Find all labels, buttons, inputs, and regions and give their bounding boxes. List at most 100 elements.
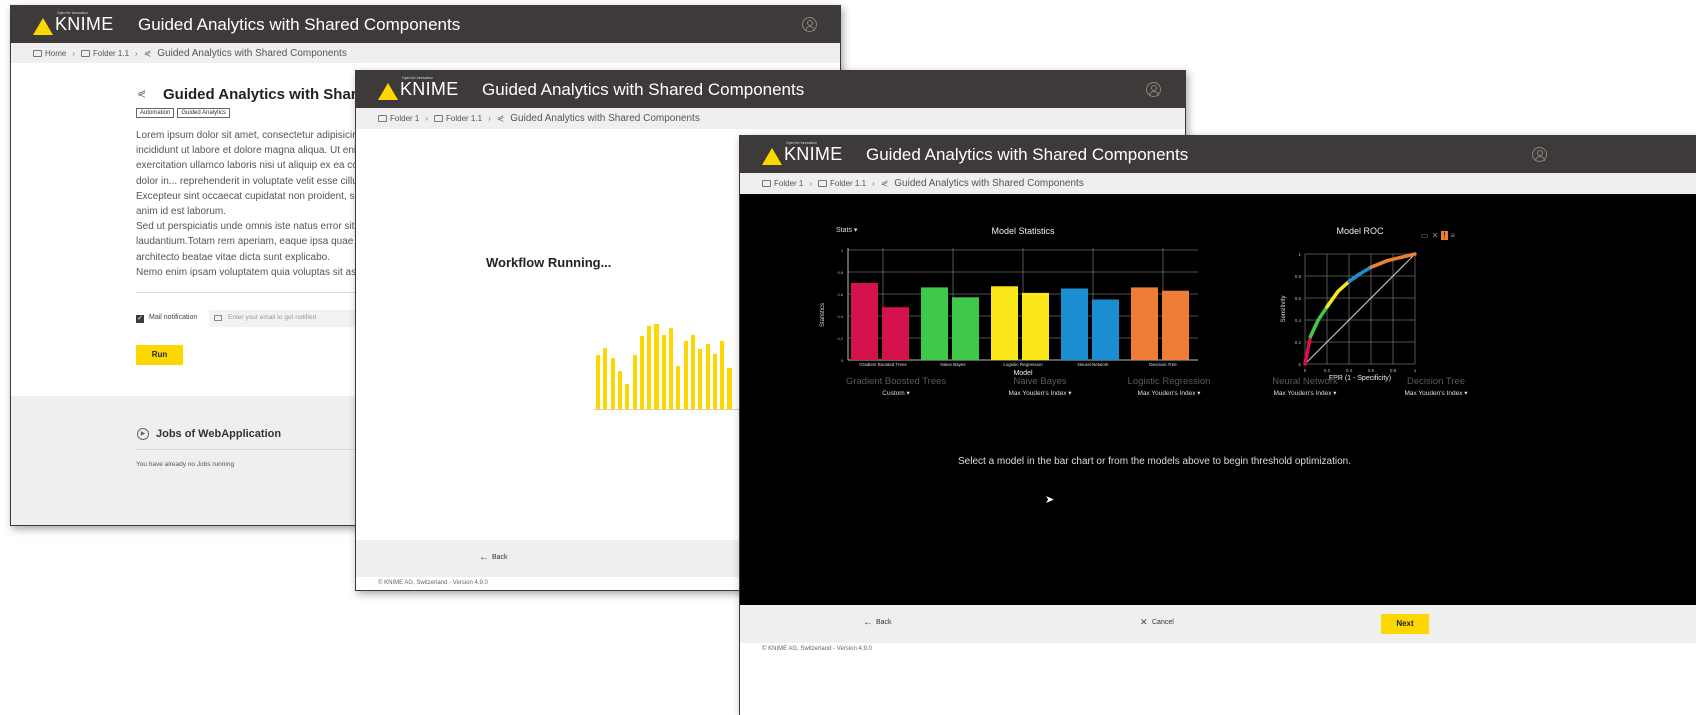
next-button[interactable]: Next (1381, 614, 1429, 634)
knime-logo[interactable]: Open for Innovation KNIME (33, 11, 114, 35)
breadcrumb: Folder 1 › Folder 1.1 › ⋞ Guided Analytic… (740, 173, 1696, 194)
x-tick-label: Decision Tree (1149, 362, 1177, 367)
threshold-dropdown[interactable]: Max Youden's Index ▾ (984, 389, 1096, 397)
email-field[interactable]: Enter your email to get notified (209, 310, 369, 327)
logo-text: KNIME (400, 79, 459, 99)
y-tick-label: 0.4 (1295, 318, 1302, 323)
footer-copyright: © KNIME AG, Switzerland - Version 4.9.0 (762, 646, 872, 652)
paragraph-line: dolor in... reprehenderit in voluptate v… (136, 175, 364, 187)
arrow-left-icon: ← (863, 617, 873, 628)
logo-text: KNIME (784, 144, 843, 164)
close-icon: ✕ (1140, 617, 1148, 627)
model-selector-0[interactable]: Gradient Boosted Trees Custom ▾ (840, 376, 952, 397)
progress-bar (603, 347, 608, 410)
mouse-cursor-icon: ➤ (1045, 494, 1055, 506)
y-tick-label: 0.4 (837, 314, 843, 319)
breadcrumb-subfolder[interactable]: Folder 1.1 (830, 179, 866, 188)
paragraph-line: Nemo enim ipsam voluptatem quia voluptas… (136, 266, 362, 278)
threshold-dropdown[interactable]: Max Youden's Index ▾ (1113, 389, 1225, 397)
cancel-button[interactable]: Cancel (1152, 619, 1174, 626)
back-button[interactable]: Back (876, 619, 892, 626)
model-selector-2[interactable]: Logistic Regression Max Youden's Index ▾ (1113, 376, 1225, 397)
x-tick-label: 0.2 (1324, 368, 1331, 373)
tag-guided-analytics[interactable]: Guided Analytics (177, 108, 231, 118)
run-button[interactable]: Run (136, 345, 183, 365)
y-tick-label: 1 (841, 248, 844, 253)
folder-icon (434, 115, 444, 122)
diagonal-reference-line (1304, 253, 1416, 365)
logo-triangle-icon (378, 83, 398, 100)
y-axis-label: Statistics (820, 303, 826, 327)
app-title: Guided Analytics with Shared Components (866, 145, 1189, 164)
x-tick-label: 0.8 (1390, 368, 1397, 373)
jobs-title: Jobs of WebApplication (156, 428, 282, 440)
progress-bar (683, 341, 688, 410)
knime-logo[interactable]: Open for Innovation KNIME (378, 76, 459, 100)
logo-tagline: Open for Innovation (402, 76, 433, 80)
breadcrumb: Home › Folder 1.1 › ⋞ Guided Analytics wi… (11, 43, 840, 63)
breadcrumb-subfolder[interactable]: Folder 1.1 (446, 114, 482, 123)
bar (1162, 290, 1189, 360)
mail-checkbox[interactable]: ✓ (136, 315, 144, 323)
app-title: Guided Analytics with Shared Components (482, 80, 805, 99)
user-icon[interactable] (1146, 82, 1161, 97)
progress-bar (705, 343, 710, 410)
back-button[interactable]: Back (492, 554, 508, 561)
model-selector-1[interactable]: Naive Bayes Max Youden's Index ▾ (984, 376, 1096, 397)
logo-triangle-icon (33, 18, 53, 35)
progress-bar (596, 355, 601, 410)
divider (136, 292, 366, 293)
bar (921, 287, 948, 360)
arrow-left-icon: ← (479, 552, 489, 563)
folder-icon (762, 180, 771, 187)
progress-baseline (594, 409, 744, 410)
progress-bar (647, 325, 652, 410)
breadcrumb-current: Guided Analytics with Shared Components (894, 178, 1084, 189)
y-tick-label: 0.2 (1295, 340, 1302, 345)
paragraph-line: Sed ut perspiciatis unde omnis iste natu… (136, 221, 363, 233)
breadcrumb-home[interactable]: Home (45, 49, 66, 58)
threshold-dropdown[interactable]: Custom ▾ (840, 389, 952, 397)
paragraph-line: Excepteur sint occaecat cupidatat non pr… (136, 190, 361, 202)
progress-bar (632, 355, 637, 410)
bar (1061, 288, 1088, 360)
save-icon[interactable]: ▭ (1421, 231, 1429, 240)
description-text: Lorem ipsum dolor sit amet, consectetur … (136, 128, 363, 280)
threshold-dropdown[interactable]: Max Youden's Index ▾ (1380, 389, 1492, 397)
progress-bar (654, 324, 659, 410)
share-icon: ⋞ (496, 113, 505, 123)
bar (1092, 299, 1119, 360)
workflow-status: Workflow Running... (486, 255, 612, 270)
play-icon: ▶ (137, 428, 149, 440)
instruction-text: Select a model in the bar chart or from … (958, 456, 1351, 467)
user-icon[interactable] (802, 17, 817, 32)
paragraph-line: Lorem ipsum dolor sit amet, consectetur … (136, 130, 358, 141)
progress-bar (669, 328, 674, 410)
expand-icon[interactable]: ✕ (1432, 231, 1439, 240)
logo-text: KNIME (55, 14, 114, 34)
user-icon[interactable] (1532, 147, 1547, 162)
breadcrumb-folder[interactable]: Folder 1 (390, 114, 419, 123)
menu-icon[interactable]: ≡ (1451, 231, 1456, 240)
footer-nav: ← Back ✕ Cancel Next (740, 605, 1696, 643)
model-selector-3[interactable]: Neural Network Max Youden's Index ▾ (1249, 376, 1361, 397)
dashboard-panel: Stats ▾ Model Statistics Statistics 0 0.2 0.… (740, 194, 1696, 605)
breadcrumb-folder[interactable]: Folder 1 (774, 179, 803, 188)
bar (851, 283, 878, 360)
warning-icon[interactable]: ! (1441, 231, 1448, 240)
chart-toolbar: ▭ ✕ ! ≡ (1421, 231, 1455, 240)
breadcrumb-folder[interactable]: Folder 1.1 (93, 49, 129, 58)
chart-title: Model ROC (1336, 226, 1384, 236)
paragraph-line: laudantium.Totam rem aperiam, eaque ipsa… (136, 236, 362, 248)
paragraph-line: exercitation ullamco laboris nisi ut ali… (136, 160, 362, 172)
model-name: Decision Tree (1406, 376, 1466, 387)
progress-bar (639, 335, 644, 410)
knime-logo[interactable]: Open for Innovation KNIME (762, 141, 843, 165)
paragraph-line: anim id est laborum. (136, 206, 227, 218)
y-tick-label: 0.6 (837, 292, 843, 297)
bar (1131, 287, 1158, 360)
tag-automation[interactable]: Automation (136, 108, 175, 118)
y-tick-label: 0.8 (837, 270, 843, 275)
threshold-dropdown[interactable]: Max Youden's Index ▾ (1249, 389, 1361, 397)
model-selector-4[interactable]: Decision Tree Max Youden's Index ▾ (1380, 376, 1492, 397)
